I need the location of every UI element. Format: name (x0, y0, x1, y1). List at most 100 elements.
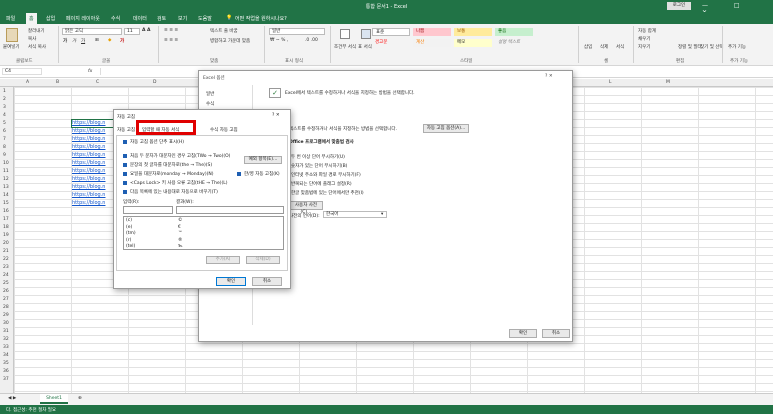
list-output[interactable]: € (178, 225, 181, 230)
autocorrect-cancel-button[interactable]: 취소 (252, 277, 282, 286)
replacement-list[interactable]: (c) © (e) € (tm) ™ (r) ® (tel) ℡ (123, 216, 284, 250)
dictionary-language-select[interactable]: 한국어 (323, 211, 387, 218)
checkbox[interactable] (123, 190, 127, 194)
tab-formulas[interactable]: 수식 (111, 15, 120, 22)
row-header[interactable]: 17 (3, 217, 9, 222)
tab-help[interactable]: 도움말 (198, 15, 212, 22)
delete-cells-button[interactable]: 삭제 (600, 44, 608, 50)
add-sheet-icon[interactable]: ⊕ (78, 396, 82, 401)
exceptions-button[interactable]: 예외 항목(E)... (244, 156, 282, 164)
sort-filter-button[interactable]: 정렬 및 필터 (678, 44, 702, 50)
row-header[interactable]: 37 (3, 377, 9, 382)
style-explanatory[interactable]: 설명 텍스트 (495, 39, 533, 47)
row-header[interactable]: 21 (3, 249, 9, 254)
font-color-icon[interactable]: 가 (120, 38, 124, 44)
column-header[interactable]: D (153, 80, 156, 85)
currency-icon[interactable]: ₩ ~ % , (270, 38, 288, 43)
bold-icon[interactable]: 가 (63, 38, 67, 44)
hyperlink-cell[interactable]: https://blog.n (72, 160, 105, 166)
row-header[interactable]: 35 (3, 361, 9, 366)
check-two-initial-caps[interactable]: 처음 두 문자가 대문자인 경우 고침(TWo → Two)(O) (130, 153, 230, 159)
sheet-tab[interactable]: Sheet1 (40, 394, 68, 404)
option-flag-repeated[interactable]: 반복되는 단어에 플래그 설정(R) (291, 181, 352, 187)
hyperlink-cell[interactable]: https://blog.n (72, 136, 105, 142)
row-header[interactable]: 33 (3, 345, 9, 350)
options-cancel-button[interactable]: 취소 (542, 329, 570, 338)
search-box[interactable]: 어떤 작업을 원하시나요? (235, 15, 287, 22)
row-header[interactable]: 5 (3, 121, 6, 126)
style-warning[interactable]: 경고문 (372, 39, 410, 47)
fill-color-icon[interactable]: ◆ (108, 38, 111, 43)
row-header[interactable]: 31 (3, 329, 9, 334)
row-header[interactable]: 11 (3, 169, 9, 174)
list-output[interactable]: ℡ (178, 244, 183, 249)
hyperlink-cell[interactable]: https://blog.n (72, 192, 105, 198)
checkbox[interactable] (123, 140, 127, 144)
list-output[interactable]: ™ (178, 231, 183, 236)
cut-button[interactable]: 잘라내기 (28, 28, 45, 34)
row-header[interactable]: 28 (3, 305, 9, 310)
tab-review[interactable]: 검토 (157, 15, 166, 22)
row-header[interactable]: 6 (3, 129, 6, 134)
hyperlink-cell[interactable]: https://blog.n (72, 144, 105, 150)
align-left-icon[interactable]: ≡ ≡ ≡ (164, 38, 178, 43)
tab-math-autocorrect[interactable]: 수식 자동 고침 (210, 127, 238, 133)
checkbox[interactable] (123, 163, 127, 167)
row-header[interactable]: 7 (3, 137, 6, 142)
format-painter-button[interactable]: 서식 복사 (28, 44, 46, 50)
align-top-icon[interactable]: ≡ ≡ ≡ (164, 28, 178, 33)
row-header[interactable]: 26 (3, 289, 9, 294)
find-select-button[interactable]: 찾기 및 선택 (700, 44, 724, 50)
option-suggest-main[interactable]: 한글 맞춤법에 있는 단어에서만 추천(I) (291, 190, 364, 196)
list-input[interactable]: (c) (126, 218, 132, 223)
list-output[interactable]: ® (178, 238, 183, 243)
checkbox[interactable] (123, 154, 127, 158)
fx-icon[interactable]: fx (88, 69, 92, 74)
tab-data[interactable]: 데이터 (133, 15, 147, 22)
row-header[interactable]: 13 (3, 185, 9, 190)
delete-entry-button[interactable]: 삭제(D) (246, 256, 280, 264)
check-capitalize-days[interactable]: 요일을 대문자로(monday → Monday)(N) (130, 171, 213, 177)
hyperlink-cell[interactable]: https://blog.n (72, 168, 105, 174)
checkbox[interactable] (123, 172, 127, 176)
clear-button[interactable]: 지우기 (638, 44, 650, 50)
font-grow-icon[interactable]: A A (142, 28, 151, 33)
row-header[interactable]: 32 (3, 337, 9, 342)
tab-page-layout[interactable]: 페이지 레이아웃 (66, 15, 100, 22)
checkbox[interactable] (123, 181, 127, 185)
style-note[interactable]: 메모 (454, 39, 492, 47)
font-size-select[interactable]: 11 (124, 28, 140, 35)
decimal-icon[interactable]: .0 .00 (305, 38, 318, 43)
style-neutral[interactable]: 보통 (454, 28, 492, 36)
column-header[interactable]: A (26, 80, 29, 85)
style-good[interactable]: 좋음 (495, 28, 533, 36)
row-header[interactable]: 14 (3, 193, 9, 198)
checkbox[interactable] (237, 172, 241, 176)
replace-input[interactable] (123, 206, 173, 214)
check-show-buttons[interactable]: 자동 고침 옵션 단추 표시(H) (130, 139, 184, 145)
conditional-format-button[interactable]: 조건부 서식 (334, 44, 356, 50)
row-header[interactable]: 3 (3, 105, 6, 110)
sheet-nav-icon[interactable]: ◀ ▶ (8, 396, 16, 401)
autocorrect-options-button[interactable]: 자동 고침 옵션(A)... (423, 124, 469, 133)
autocorrect-ok-button[interactable]: 확인 (216, 277, 246, 286)
paste-button[interactable]: 붙여넣기 (3, 44, 20, 50)
paste-icon[interactable] (6, 28, 18, 42)
list-input[interactable]: (r) (126, 238, 131, 243)
fill-button[interactable]: 채우기 (638, 36, 650, 42)
borders-icon[interactable]: ⊞ (95, 38, 99, 43)
option-ignore-urls[interactable]: 인터넷 주소와 파일 경로 무시하기(F) (291, 172, 361, 178)
hyperlink-cell[interactable]: https://blog.n (72, 184, 105, 190)
option-ignore-numbers[interactable]: 숫자가 있는 단어 무시하기(B) (291, 163, 347, 169)
check-replace-text[interactable]: 다음 목록에 있는 내용대로 자동으로 바꾸기(T) (130, 189, 218, 195)
nav-general[interactable]: 일반 (206, 91, 214, 97)
insert-cells-button[interactable]: 삽입 (584, 44, 592, 50)
row-header[interactable]: 24 (3, 273, 9, 278)
tab-file[interactable]: 파일 (6, 15, 15, 22)
row-header[interactable]: 22 (3, 257, 9, 262)
row-header[interactable]: 9 (3, 153, 6, 158)
underline-icon[interactable]: 가 (81, 38, 85, 44)
list-input[interactable]: (e) (126, 225, 132, 230)
italic-icon[interactable]: 가 (72, 38, 76, 44)
check-korean-english[interactable]: 한/영 자동 고침(K) (244, 171, 280, 177)
